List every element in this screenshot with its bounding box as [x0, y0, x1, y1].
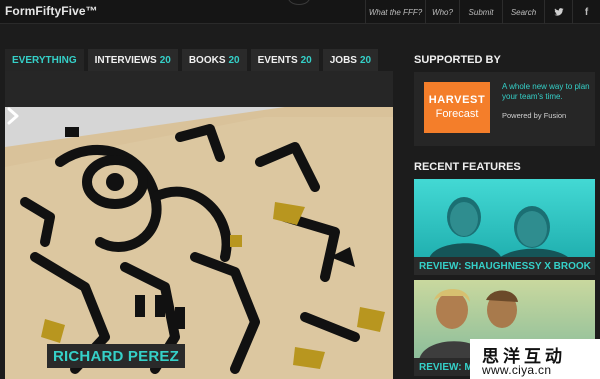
- decorative-circle: [288, 0, 310, 5]
- tab-count: 20: [300, 54, 312, 66]
- skateboard-illustration: [5, 107, 393, 379]
- featured-image[interactable]: [5, 107, 393, 379]
- main-nav: What the FFF? Who? Submit Search f: [365, 0, 600, 24]
- nav-item-submit[interactable]: Submit: [459, 0, 502, 24]
- tab-count: 20: [159, 54, 171, 66]
- top-bar: FormFiftyFive™ What the FFF? Who? Submit…: [0, 0, 600, 24]
- recent-feature-card[interactable]: REVIEW: SHAUGHNESSY X BROOK: [414, 179, 595, 275]
- tab-label: EVERYTHING: [12, 54, 77, 66]
- watermark: 思洋互动 www.ciya.cn: [470, 339, 600, 379]
- logo-line1: HARVEST: [428, 94, 486, 106]
- sponsor-tagline: A whole new way to plan your team's time…: [502, 82, 590, 101]
- twitter-icon[interactable]: [544, 0, 572, 24]
- tab-everything[interactable]: EVERYTHING: [5, 49, 84, 71]
- nav-item-who[interactable]: Who?: [425, 0, 459, 24]
- tab-interviews[interactable]: INTERVIEWS 20: [87, 49, 178, 71]
- tab-label: JOBS: [329, 54, 357, 66]
- recent-features-heading: RECENT FEATURES: [414, 161, 521, 173]
- tab-label: EVENTS: [257, 54, 298, 66]
- powered-by: Powered by Fusion: [502, 111, 567, 120]
- page: FormFiftyFive™ What the FFF? Who? Submit…: [0, 0, 600, 379]
- facebook-icon[interactable]: f: [572, 0, 600, 24]
- watermark-text-bottom: www.ciya.cn: [482, 363, 552, 377]
- site-logo[interactable]: FormFiftyFive™: [5, 4, 98, 18]
- nav-item-search[interactable]: Search: [502, 0, 544, 24]
- tab-events[interactable]: EVENTS 20: [250, 49, 319, 71]
- logo-line2: Forecast: [435, 108, 479, 120]
- chevron-right-icon[interactable]: [5, 107, 21, 125]
- category-tabs: EVERYTHING INTERVIEWS 20 BOOKS 20 EVENTS 20…: [5, 49, 379, 71]
- supported-by-heading: SUPPORTED BY: [414, 54, 501, 66]
- tab-books[interactable]: BOOKS 20: [181, 49, 247, 71]
- nav-item-what-the-fff[interactable]: What the FFF?: [365, 0, 425, 24]
- tab-count: 20: [359, 54, 372, 66]
- tab-label: BOOKS: [188, 54, 226, 66]
- harvest-forecast-logo[interactable]: HARVEST Forecast: [424, 82, 490, 133]
- feature-caption[interactable]: REVIEW: SHAUGHNESSY X BROOK: [414, 257, 595, 275]
- sponsor-ad[interactable]: HARVEST Forecast A whole new way to plan…: [414, 72, 595, 146]
- tab-count: 20: [228, 54, 240, 66]
- tab-jobs[interactable]: JOBS 20: [322, 49, 379, 71]
- tab-label: INTERVIEWS: [94, 54, 157, 66]
- featured-title[interactable]: RICHARD PEREZ: [47, 344, 185, 368]
